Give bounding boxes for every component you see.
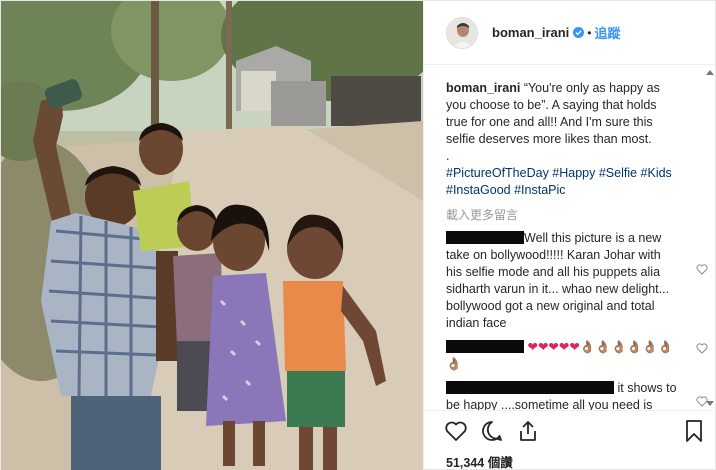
comment-item: ❤❤❤❤❤👌🏽👌🏽👌🏽👌🏽👌🏽👌🏽👌🏽 [446,339,708,373]
load-more-comments-button[interactable]: 載入更多留言 [446,207,716,223]
caption-username[interactable]: boman_irani [446,81,520,95]
share-icon[interactable] [516,419,540,443]
redacted-username [446,340,524,353]
comment-item: Well this picture is a new take on bolly… [446,230,708,332]
scroll-down-arrow[interactable] [706,401,714,406]
header-username[interactable]: boman_irani [492,25,569,40]
avatar-image [447,17,477,48]
caption-hashtags[interactable]: #PictureOfTheDay #Happy #Selfie #Kids #I… [446,166,672,197]
comment-item: it shows to be happy ....sometime all yo… [446,380,708,410]
header-separator: • [587,25,592,40]
instagram-post: boman_irani • 追蹤 boman_irani “You're onl… [0,0,716,470]
comment-text: Well this picture is a new take on bolly… [446,231,670,330]
post-side-panel: boman_irani • 追蹤 boman_irani “You're onl… [423,1,716,470]
redacted-username [446,381,614,394]
bookmark-icon[interactable] [682,419,706,443]
post-actions: 51,344 個讚 [424,410,716,470]
heart-icon[interactable] [444,419,468,443]
comments-section[interactable]: boman_irani “You're only as happy as you… [424,66,716,410]
scroll-track[interactable] [706,75,714,401]
verified-badge-icon [573,27,585,38]
comment-icon[interactable] [480,419,504,443]
comments-scrollbar[interactable] [706,70,714,408]
redacted-username [446,231,524,244]
caption: boman_irani “You're only as happy as you… [446,80,678,199]
post-photo[interactable] [1,1,423,470]
post-header: boman_irani • 追蹤 [424,1,716,65]
likes-count[interactable]: 51,344 個讚 [446,452,513,470]
photo-illustration [1,1,423,470]
likes-unit: 個讚 [487,456,513,470]
follow-button[interactable]: 追蹤 [595,23,621,42]
likes-number: 51,344 [446,456,485,470]
avatar[interactable] [446,16,478,49]
